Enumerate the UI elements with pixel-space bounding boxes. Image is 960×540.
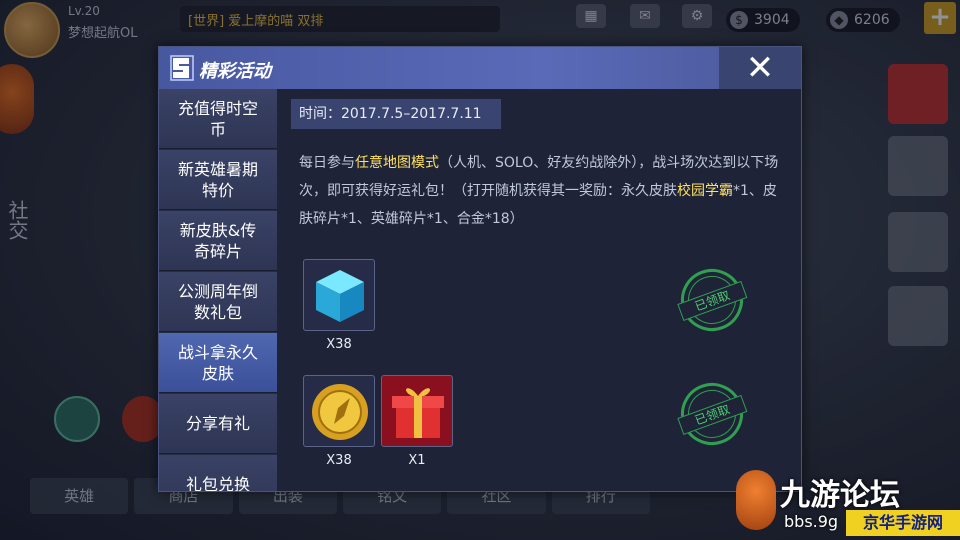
reward-quantity: X38: [326, 337, 352, 352]
claimed-stamp: 已领取: [672, 260, 752, 340]
sidebar-item-share[interactable]: 分享有礼: [159, 394, 277, 454]
sidebar-item-label: 礼包兑换: [185, 475, 250, 491]
event-sidebar: 充值得时空币 新英雄暑期特价 新皮肤&传奇碎片 公测周年倒数礼包 战斗拿永久皮肤…: [159, 89, 277, 491]
desc-part1: 每日参与: [299, 155, 355, 171]
reward-quantity: X1: [408, 453, 426, 468]
close-button[interactable]: ✕: [719, 47, 801, 89]
watermark-title: 九游论坛: [780, 478, 900, 513]
gift-box-icon: [381, 375, 453, 447]
event-description: 每日参与任意地图模式（人机、SOLO、好友约战除外），战斗场次达到以下场次，即可…: [299, 149, 789, 233]
sidebar-item-anniversary-pack[interactable]: 公测周年倒数礼包: [159, 272, 277, 332]
sidebar-item-battle-skin[interactable]: 战斗拿永久皮肤: [159, 333, 277, 393]
sidebar-item-label: 新英雄暑期特价: [177, 159, 258, 200]
reward-item[interactable]: X38: [303, 259, 375, 352]
close-icon: ✕: [745, 48, 775, 88]
game-logo-icon: [170, 55, 194, 81]
desc-highlight-mode: 任意地图模式: [355, 155, 439, 171]
sidebar-item-recharge[interactable]: 充值得时空币: [159, 89, 277, 149]
event-time: 时间：2017.7.5–2017.7.11: [291, 99, 501, 129]
dialog-title: 精彩活动: [199, 61, 271, 82]
reward-quantity: X38: [326, 453, 352, 468]
sidebar-item-new-skin[interactable]: 新皮肤&传奇碎片: [159, 211, 277, 271]
event-content: 时间：2017.7.5–2017.7.11 每日参与任意地图模式（人机、SOLO…: [285, 97, 795, 487]
watermark-url: bbs.9g: [784, 512, 839, 531]
reward-item[interactable]: X38: [303, 375, 375, 468]
gold-coin-icon: [303, 375, 375, 447]
watermark-tag: 京华手游网: [846, 510, 960, 536]
blue-cube-icon: [303, 259, 375, 331]
dialog-header: 精彩活动 ✕: [159, 47, 801, 89]
desc-highlight-skin: 校园学霸: [677, 183, 733, 199]
sidebar-item-label: 公测周年倒数礼包: [177, 281, 258, 322]
watermark-mascot-icon: [736, 470, 776, 530]
reward-item[interactable]: X1: [381, 375, 453, 468]
claimed-stamp: 已领取: [672, 374, 752, 454]
sidebar-item-label: 分享有礼: [185, 414, 250, 433]
events-dialog: 精彩活动 ✕ 充值得时空币 新英雄暑期特价 新皮肤&传奇碎片 公测周年倒数礼包 …: [158, 46, 802, 492]
sidebar-item-label: 新皮肤&传奇碎片: [179, 220, 257, 261]
sidebar-item-new-hero-sale[interactable]: 新英雄暑期特价: [159, 150, 277, 210]
sidebar-item-label: 战斗拿永久皮肤: [177, 342, 258, 383]
sidebar-item-gift-redeem[interactable]: 礼包兑换: [159, 455, 277, 491]
sidebar-item-label: 充值得时空币: [177, 98, 258, 139]
